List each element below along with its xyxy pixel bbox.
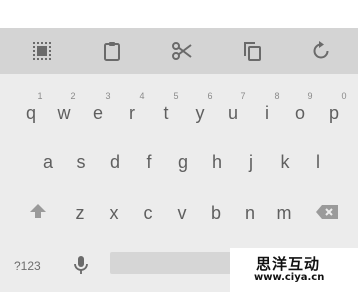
key-y[interactable]: y xyxy=(183,96,217,130)
key-g[interactable]: g xyxy=(166,145,200,179)
key-v[interactable]: v xyxy=(165,196,199,230)
key-q[interactable]: q xyxy=(14,96,48,130)
keyboard-toolbar xyxy=(0,28,358,74)
key-e[interactable]: e xyxy=(81,96,115,130)
key-r[interactable]: r xyxy=(115,96,149,130)
watermark-url: www.ciya.cn xyxy=(254,272,325,283)
key-l[interactable]: l xyxy=(301,145,335,179)
copy-icon[interactable] xyxy=(237,36,267,66)
key-a[interactable]: a xyxy=(31,145,65,179)
key-m[interactable]: m xyxy=(267,196,301,230)
key-s[interactable]: s xyxy=(64,145,98,179)
numbers-key[interactable]: ?123 xyxy=(14,259,64,279)
undo-icon[interactable] xyxy=(306,36,336,66)
mic-icon[interactable] xyxy=(64,248,98,282)
cut-icon[interactable] xyxy=(167,36,197,66)
watermark: 思洋互动 www.ciya.cn xyxy=(230,248,358,292)
key-z[interactable]: z xyxy=(63,196,97,230)
key-d[interactable]: d xyxy=(98,145,132,179)
backspace-icon[interactable] xyxy=(310,195,344,229)
key-f[interactable]: f xyxy=(132,145,166,179)
key-o[interactable]: o xyxy=(283,96,317,130)
key-j[interactable]: j xyxy=(234,145,268,179)
key-u[interactable]: u xyxy=(216,96,250,130)
clipboard-icon[interactable] xyxy=(97,36,127,66)
key-w[interactable]: w xyxy=(47,96,81,130)
shift-icon[interactable] xyxy=(21,194,55,228)
key-b[interactable]: b xyxy=(199,196,233,230)
key-x[interactable]: x xyxy=(97,196,131,230)
key-p[interactable]: p xyxy=(317,96,351,130)
key-h[interactable]: h xyxy=(200,145,234,179)
key-c[interactable]: c xyxy=(131,196,165,230)
key-t[interactable]: t xyxy=(149,96,183,130)
key-i[interactable]: i xyxy=(250,96,284,130)
key-k[interactable]: k xyxy=(268,145,302,179)
select-all-icon[interactable] xyxy=(27,36,57,66)
watermark-title: 思洋互动 xyxy=(256,255,321,273)
key-n[interactable]: n xyxy=(233,196,267,230)
